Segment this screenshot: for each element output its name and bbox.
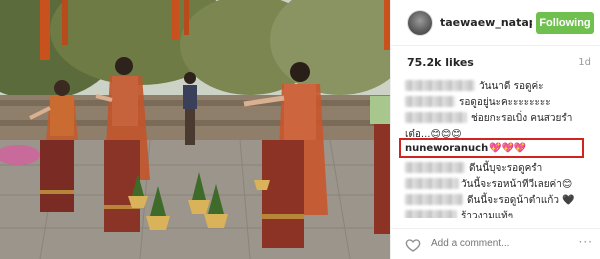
comment-item-highlighted: nuneworanuch 💖💖💖 <box>405 142 595 158</box>
comment-footer: ··· <box>391 228 600 259</box>
comment-username[interactable]: nuneworanuch <box>405 143 488 154</box>
comments-panel: taewaew_natap... Following 75.2k likes 1… <box>390 0 600 259</box>
comment-item: วันนาดี รอดูค่ะ <box>405 78 595 94</box>
blurred-username <box>405 178 459 189</box>
dancers-photo-illustration <box>0 0 390 259</box>
more-options-icon[interactable]: ··· <box>579 235 593 249</box>
post-header: taewaew_natap... Following <box>391 0 600 46</box>
comment-item: ช่อยกะรอเบิ่ง คนสวยรำ <box>405 110 595 126</box>
comment-text: ช่อยกะรอเบิ่ง คนสวยรำ <box>471 113 573 124</box>
comment-item: ดีนนี้บุจะรอดูครำ <box>405 160 595 176</box>
post-age: 1d <box>578 57 591 68</box>
comment-text: วันนี้จะรอหน้าทีวีเลยค่า😊 <box>461 179 573 190</box>
likes-count[interactable]: 75.2k likes <box>407 56 474 69</box>
heart-icon[interactable] <box>405 237 421 253</box>
avatar[interactable] <box>407 10 433 36</box>
comment-list: วันนาดี รอดูค่ะ รอดูอยู่นะคะะะะะะะะ ช่อย… <box>391 78 600 218</box>
comment-item: ร้าวงามแท้ๆ <box>405 208 595 218</box>
comment-text: ดีนนี้จะรอดูน้าตำแก้ว 🖤 <box>467 195 575 206</box>
post-photo <box>0 0 390 259</box>
blurred-username <box>405 96 455 107</box>
comment-item: ดีนนี้จะรอดูน้าตำแก้ว 🖤 <box>405 192 595 208</box>
post-meta: 75.2k likes 1d <box>391 56 600 72</box>
blurred-username <box>405 112 467 123</box>
comment-item: รอดูอยู่นะคะะะะะะะะ <box>405 94 595 110</box>
following-button[interactable]: Following <box>536 12 594 34</box>
comment-text: 💖💖💖 <box>489 143 527 154</box>
blurred-username <box>405 210 457 218</box>
blurred-username <box>405 162 465 173</box>
blurred-username <box>405 194 463 205</box>
comment-text: ร้าวงามแท้ๆ <box>461 211 514 218</box>
comment-text: ดีนนี้บุจะรอดูครำ <box>469 163 543 174</box>
add-comment-input[interactable] <box>431 238 581 249</box>
blurred-username <box>405 80 475 91</box>
username-link[interactable]: taewaew_natap... <box>440 16 532 29</box>
comment-text: วันนาดี รอดูค่ะ <box>479 81 544 92</box>
comment-text: รอดูอยู่นะคะะะะะะะะ <box>459 97 551 108</box>
comment-item: วันนี้จะรอหน้าทีวีเลยค่า😊 <box>405 176 595 192</box>
